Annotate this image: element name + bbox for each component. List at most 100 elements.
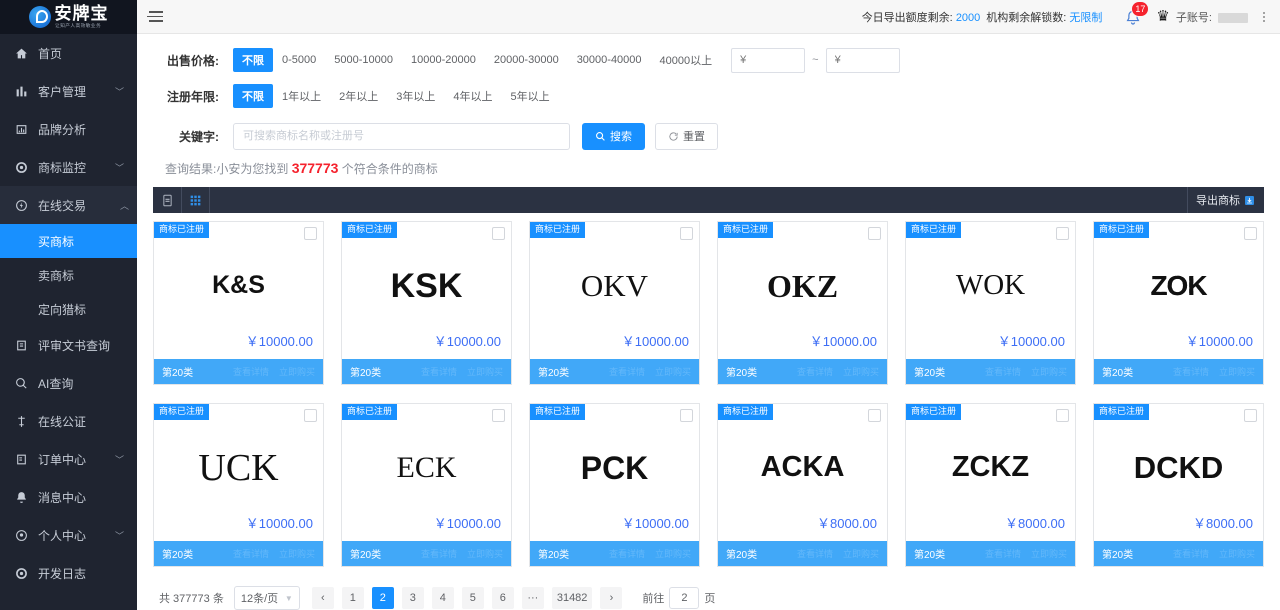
trademark-select-checkbox[interactable] xyxy=(680,409,693,422)
pagination-page-last[interactable]: 31482 xyxy=(551,587,593,609)
sidebar-item-message-center[interactable]: 消息中心 xyxy=(0,478,137,516)
buy-now-link[interactable]: 立即购买 xyxy=(279,365,315,378)
trademark-select-checkbox[interactable] xyxy=(680,227,693,240)
trademark-card[interactable]: 商标已注册 WOK ￥10000.00 第20类 查看详情 立即购买 xyxy=(905,221,1076,385)
trademark-card[interactable]: 商标已注册 ZOK ￥10000.00 第20类 查看详情 立即购买 xyxy=(1093,221,1264,385)
pagination-ellipsis[interactable]: ··· xyxy=(521,587,544,609)
trademark-card[interactable]: 商标已注册 OKV ￥10000.00 第20类 查看详情 立即购买 xyxy=(529,221,700,385)
buy-now-link[interactable]: 立即购买 xyxy=(1219,547,1255,560)
sidebar-item-home[interactable]: 首页 xyxy=(0,34,137,72)
pagination-page-4[interactable]: 4 xyxy=(431,587,454,609)
trademark-select-checkbox[interactable] xyxy=(304,227,317,240)
sidebar-item-online-notarization[interactable]: 在线公证 xyxy=(0,402,137,440)
trademark-select-checkbox[interactable] xyxy=(1056,409,1069,422)
buy-now-link[interactable]: 立即购买 xyxy=(1031,365,1067,378)
sidebar-subitem-sell-trademark[interactable]: 卖商标 xyxy=(0,258,137,292)
price-chip-0-5000[interactable]: 0-5000 xyxy=(273,50,325,70)
page-size-select[interactable]: 12条/页 ▼ xyxy=(233,586,300,610)
sidebar-subitem-targeted-hunting[interactable]: 定向猎标 xyxy=(0,292,137,326)
trademark-card[interactable]: 商标已注册 ACKA ￥8000.00 第20类 查看详情 立即购买 xyxy=(717,403,888,567)
trademark-select-checkbox[interactable] xyxy=(304,409,317,422)
sidebar-item-review-document-query[interactable]: 评审文书查询 xyxy=(0,326,137,364)
price-min-input[interactable] xyxy=(731,47,806,73)
trademark-card[interactable]: 商标已注册 OKZ ￥10000.00 第20类 查看详情 立即购买 xyxy=(717,221,888,385)
buy-now-link[interactable]: 立即购买 xyxy=(843,365,879,378)
search-button[interactable]: 搜索 xyxy=(582,122,645,150)
sidebar-item-online-trading[interactable]: 在线交易 ﹀ xyxy=(0,186,137,224)
buy-now-link[interactable]: 立即购买 xyxy=(1219,365,1255,378)
reset-button[interactable]: 重置 xyxy=(655,122,718,150)
trademark-select-checkbox[interactable] xyxy=(492,227,505,240)
view-details-link[interactable]: 查看详情 xyxy=(233,365,269,378)
view-details-link[interactable]: 查看详情 xyxy=(797,547,833,560)
view-details-link[interactable]: 查看详情 xyxy=(985,365,1021,378)
buy-now-link[interactable]: 立即购买 xyxy=(655,547,691,560)
trademark-card[interactable]: 商标已注册 KSK ￥10000.00 第20类 查看详情 立即购买 xyxy=(341,221,512,385)
view-details-link[interactable]: 查看详情 xyxy=(421,365,457,378)
years-chip-5plus[interactable]: 5年以上 xyxy=(502,84,559,108)
trademark-select-checkbox[interactable] xyxy=(492,409,505,422)
view-details-link[interactable]: 查看详情 xyxy=(609,365,645,378)
price-max-input[interactable] xyxy=(825,47,900,73)
price-chip-unlimited[interactable]: 不限 xyxy=(233,48,273,72)
price-chip-10000-20000[interactable]: 10000-20000 xyxy=(402,50,485,70)
view-details-link[interactable]: 查看详情 xyxy=(233,547,269,560)
buy-now-link[interactable]: 立即购买 xyxy=(467,365,503,378)
pagination-page-2[interactable]: 2 xyxy=(371,587,394,609)
sidebar-item-customer-management[interactable]: 客户管理 ﹀ xyxy=(0,72,137,110)
price-chip-30000-40000[interactable]: 30000-40000 xyxy=(568,50,651,70)
subaccount-info[interactable]: 子账号: xyxy=(1176,9,1248,25)
view-details-link[interactable]: 查看详情 xyxy=(985,547,1021,560)
sidebar-toggle-icon[interactable] xyxy=(147,8,165,26)
view-details-link[interactable]: 查看详情 xyxy=(797,365,833,378)
price-chip-40000-plus[interactable]: 40000以上 xyxy=(651,48,722,72)
pagination-next-button[interactable]: › xyxy=(600,587,623,609)
years-chip-unlimited[interactable]: 不限 xyxy=(233,84,273,108)
sidebar-item-trademark-monitor[interactable]: 商标监控 ﹀ xyxy=(0,148,137,186)
search-input[interactable] xyxy=(233,122,570,150)
trademark-card[interactable]: 商标已注册 UCK ￥10000.00 第20类 查看详情 立即购买 xyxy=(153,403,324,567)
trademark-select-checkbox[interactable] xyxy=(868,227,881,240)
sidebar-item-brand-analysis[interactable]: 品牌分析 xyxy=(0,110,137,148)
sidebar-item-order-center[interactable]: 订单中心 ﹀ xyxy=(0,440,137,478)
trademark-select-checkbox[interactable] xyxy=(1056,227,1069,240)
trademark-card[interactable]: 商标已注册 ECK ￥10000.00 第20类 查看详情 立即购买 xyxy=(341,403,512,567)
buy-now-link[interactable]: 立即购买 xyxy=(279,547,315,560)
grid-view-button[interactable] xyxy=(182,187,210,213)
price-chip-5000-10000[interactable]: 5000-10000 xyxy=(325,50,402,70)
trademark-card[interactable]: 商标已注册 DCKD ￥8000.00 第20类 查看详情 立即购买 xyxy=(1093,403,1264,567)
trademark-select-checkbox[interactable] xyxy=(1244,409,1257,422)
pagination-page-1[interactable]: 1 xyxy=(341,587,364,609)
trademark-card[interactable]: 商标已注册 PCK ￥10000.00 第20类 查看详情 立即购买 xyxy=(529,403,700,567)
buy-now-link[interactable]: 立即购买 xyxy=(467,547,503,560)
years-chip-2plus[interactable]: 2年以上 xyxy=(330,84,387,108)
export-trademarks-button[interactable]: 导出商标 xyxy=(1187,187,1263,213)
buy-now-link[interactable]: 立即购买 xyxy=(655,365,691,378)
notification-bell-button[interactable]: 17 xyxy=(1120,0,1150,30)
view-details-link[interactable]: 查看详情 xyxy=(1173,365,1209,378)
more-options-icon[interactable] xyxy=(1256,7,1272,27)
buy-now-link[interactable]: 立即购买 xyxy=(843,547,879,560)
list-view-button[interactable] xyxy=(154,187,182,213)
view-details-link[interactable]: 查看详情 xyxy=(1173,547,1209,560)
trademark-card[interactable]: 商标已注册 K&S ￥10000.00 第20类 查看详情 立即购买 xyxy=(153,221,324,385)
app-logo[interactable]: 安牌宝 让知产人高效敏业务 xyxy=(0,0,137,34)
price-chip-20000-30000[interactable]: 20000-30000 xyxy=(485,50,568,70)
jump-page-input[interactable] xyxy=(669,587,700,609)
view-details-link[interactable]: 查看详情 xyxy=(421,547,457,560)
pagination-prev-button[interactable]: ‹ xyxy=(311,587,334,609)
trademark-select-checkbox[interactable] xyxy=(1244,227,1257,240)
sidebar-item-dev-log[interactable]: 开发日志 xyxy=(0,554,137,592)
crown-icon[interactable]: ♛ xyxy=(1156,9,1169,24)
sidebar-item-ai-query[interactable]: AI查询 xyxy=(0,364,137,402)
buy-now-link[interactable]: 立即购买 xyxy=(1031,547,1067,560)
pagination-page-3[interactable]: 3 xyxy=(401,587,424,609)
trademark-select-checkbox[interactable] xyxy=(868,409,881,422)
sidebar-subitem-buy-trademark[interactable]: 买商标 xyxy=(0,224,137,258)
years-chip-3plus[interactable]: 3年以上 xyxy=(387,84,444,108)
sidebar-item-personal-center[interactable]: 个人中心 ﹀ xyxy=(0,516,137,554)
years-chip-1plus[interactable]: 1年以上 xyxy=(273,84,330,108)
pagination-page-5[interactable]: 5 xyxy=(461,587,484,609)
trademark-card[interactable]: 商标已注册 ZCKZ ￥8000.00 第20类 查看详情 立即购买 xyxy=(905,403,1076,567)
view-details-link[interactable]: 查看详情 xyxy=(609,547,645,560)
